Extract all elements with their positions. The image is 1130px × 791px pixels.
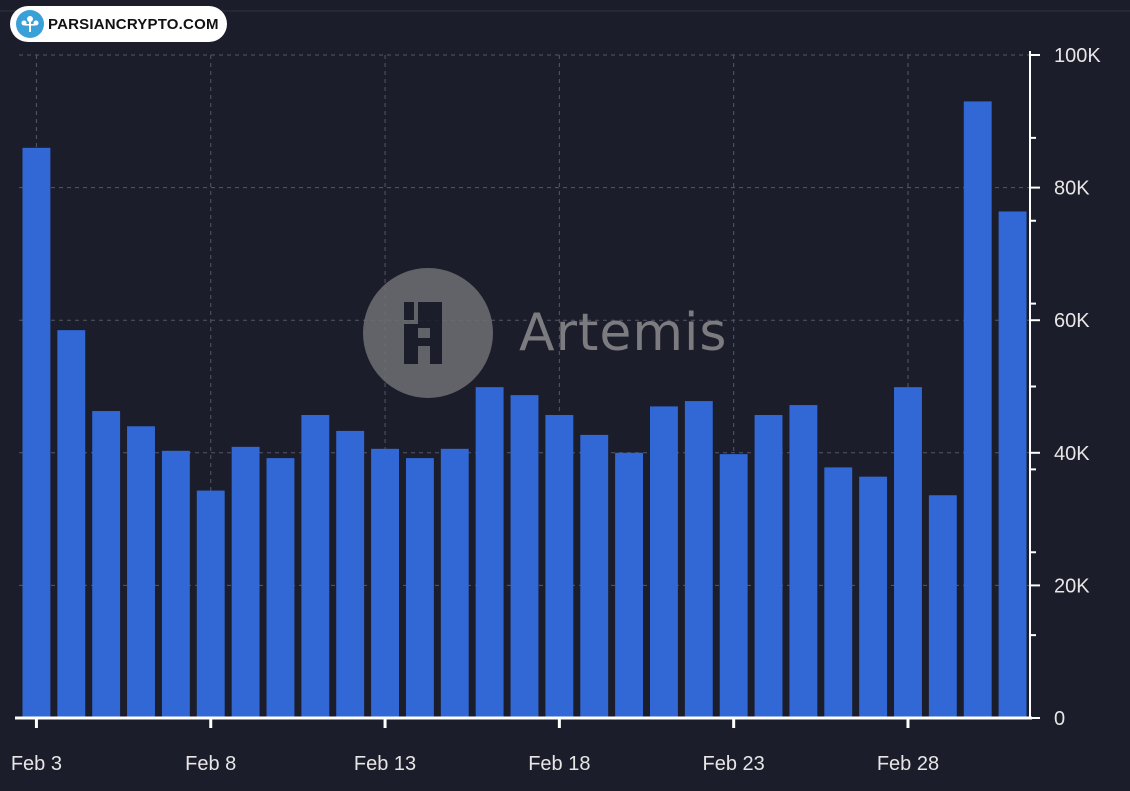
bar (719, 454, 748, 718)
y-tick-label: 0 (1054, 708, 1065, 730)
y-tick-label: 40K (1054, 443, 1090, 465)
bar (824, 467, 853, 718)
bar (231, 446, 260, 718)
y-tick-label: 80K (1054, 178, 1090, 200)
bar (650, 406, 678, 718)
artemis-watermark: Artemis (363, 268, 728, 398)
bar (196, 490, 225, 718)
chart-container: 0 20K 40K 60K 80K 100K Feb 3 Feb 8 Feb 13 Feb 18 F… (0, 0, 1130, 791)
source-badge-text: PARSIANCRYPTO.COM (48, 15, 219, 33)
bar (405, 458, 434, 718)
x-tick-label: Feb 18 (528, 753, 590, 775)
y-tick-label: 60K (1054, 310, 1090, 332)
bar (859, 476, 888, 718)
bar (127, 426, 155, 718)
bar (789, 405, 818, 718)
bar (336, 430, 365, 718)
bars (22, 101, 1027, 718)
artemis-logo-icon (363, 268, 493, 398)
x-tick-label: Feb 13 (354, 753, 416, 775)
bar (161, 450, 190, 718)
y-tick-label: 20K (1054, 575, 1090, 597)
bar (440, 448, 469, 718)
bar (545, 415, 574, 718)
bar (57, 330, 86, 718)
y-tick-label: 100K (1054, 45, 1101, 67)
bar (894, 387, 922, 718)
x-tick-label: Feb 28 (877, 753, 939, 775)
source-badge: PARSIANCRYPTO.COM (10, 6, 227, 42)
bar (580, 434, 609, 718)
bar (92, 411, 121, 718)
x-tick-label: Feb 8 (185, 753, 236, 775)
bar (684, 401, 713, 718)
bar (22, 147, 51, 718)
x-tick-label: Feb 3 (11, 753, 62, 775)
x-tick-label: Feb 23 (703, 753, 765, 775)
bar (998, 211, 1027, 718)
tree-logo-icon (16, 10, 44, 38)
bar (301, 415, 330, 718)
watermark-text: Artemis (519, 303, 728, 363)
bar (615, 452, 644, 718)
bar (475, 387, 504, 718)
bar (754, 415, 783, 718)
bar (963, 101, 992, 718)
bar (266, 458, 295, 718)
bar (510, 395, 539, 718)
bar (371, 448, 399, 718)
bar (928, 495, 957, 718)
